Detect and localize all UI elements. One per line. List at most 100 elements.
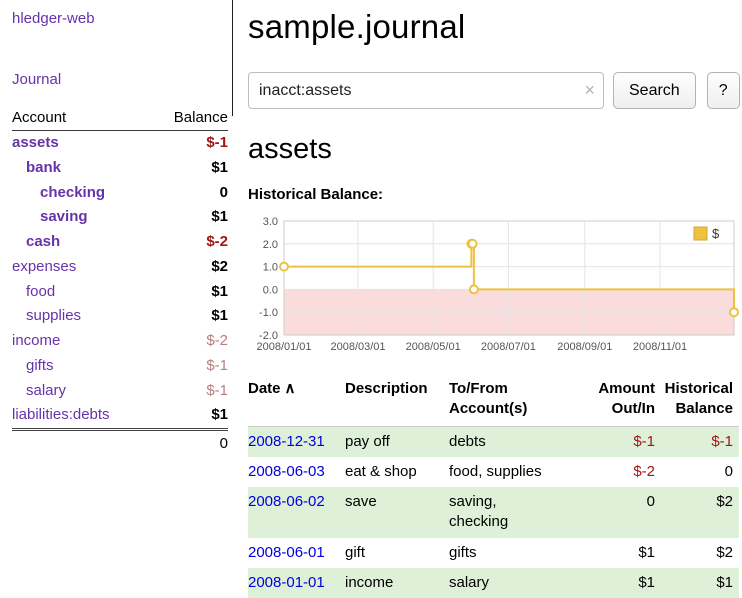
accounts-total-row: 0	[12, 430, 228, 457]
register-date-link[interactable]: 2008-06-03	[248, 463, 325, 480]
register-amount: $1	[585, 568, 661, 598]
svg-text:0.0: 0.0	[263, 284, 278, 296]
register-description: gift	[345, 538, 449, 568]
register-header-accounts: To/From Account(s)	[449, 377, 585, 426]
account-row: expenses $2	[12, 255, 228, 280]
account-link[interactable]: saving	[12, 208, 88, 227]
register-balance: $1	[661, 568, 739, 598]
account-balance: $1	[151, 280, 228, 305]
register-balance: 0	[661, 457, 739, 487]
register-date-link[interactable]: 2008-06-02	[248, 493, 325, 510]
register-accounts: saving, checking	[449, 487, 585, 538]
account-row: salary $-1	[12, 379, 228, 404]
account-link[interactable]: supplies	[12, 307, 81, 326]
register-date-link[interactable]: 2008-12-31	[248, 433, 325, 450]
register-balance: $-1	[661, 426, 739, 457]
svg-text:2008/07/01: 2008/07/01	[481, 341, 536, 353]
app-title-link[interactable]: hledger-web	[12, 10, 228, 27]
account-heading: assets	[248, 133, 740, 166]
sort-ascending-icon: ∧	[285, 380, 296, 397]
register-accounts: salary	[449, 568, 585, 598]
register-date-link[interactable]: 2008-06-01	[248, 544, 325, 561]
account-link[interactable]: assets	[12, 134, 59, 153]
register-header-amount: Amount Out/In	[585, 377, 661, 426]
account-row: cash $-2	[12, 230, 228, 255]
hledger-web-app: hledger-web Journal Account Balance asse…	[0, 0, 742, 582]
search-box: ×	[248, 72, 604, 109]
account-row: saving $1	[12, 205, 228, 230]
register-accounts: debts	[449, 426, 585, 457]
register-row: 2008-01-01 income salary $1 $1	[248, 568, 739, 598]
register-amount: $-2	[585, 457, 661, 487]
page-title: sample.journal	[248, 8, 740, 46]
svg-text:2008/11/01: 2008/11/01	[633, 341, 687, 353]
main-content: sample.journal × Search ? assets Histori…	[232, 0, 742, 582]
register-header-balance: Historical Balance	[661, 377, 739, 426]
account-link[interactable]: income	[12, 332, 60, 351]
register-description: save	[345, 487, 449, 538]
account-balance: $-2	[151, 230, 228, 255]
accounts-table-body: assets $-1 bank $1 checking 0 saving $1 …	[12, 131, 228, 430]
register-row: 2008-06-01 gift gifts $1 $2	[248, 538, 739, 568]
register-description: pay off	[345, 426, 449, 457]
register-accounts: food, supplies	[449, 457, 585, 487]
svg-text:2008/03/01: 2008/03/01	[330, 341, 385, 353]
account-link[interactable]: checking	[12, 184, 105, 203]
svg-text:3.0: 3.0	[263, 216, 278, 228]
register-row: 2008-12-31 pay off debts $-1 $-1	[248, 426, 739, 457]
account-balance: $-1	[151, 131, 228, 156]
account-row: liabilities:debts $1	[12, 403, 228, 429]
register-table: Date∧ Description To/From Account(s) Amo…	[248, 377, 739, 598]
search-row: × Search ?	[248, 72, 740, 109]
account-link[interactable]: cash	[12, 233, 60, 252]
account-link[interactable]: gifts	[12, 357, 54, 376]
accounts-header-row: Account Balance	[12, 107, 228, 131]
account-balance: 0	[151, 181, 228, 206]
account-link[interactable]: liabilities:debts	[12, 406, 110, 425]
account-row: food $1	[12, 280, 228, 305]
svg-text:2.0: 2.0	[263, 239, 278, 251]
accounts-header-balance: Balance	[151, 107, 228, 131]
help-button[interactable]: ?	[707, 72, 740, 109]
register-balance: $2	[661, 487, 739, 538]
account-balance: $1	[151, 205, 228, 230]
account-row: checking 0	[12, 181, 228, 206]
svg-text:2008/09/01: 2008/09/01	[557, 341, 612, 353]
account-link[interactable]: food	[12, 283, 55, 302]
svg-text:-1.0: -1.0	[259, 307, 278, 319]
svg-text:1.0: 1.0	[263, 262, 278, 274]
register-accounts: gifts	[449, 538, 585, 568]
register-row: 2008-06-03 eat & shop food, supplies $-2…	[248, 457, 739, 487]
register-date-link[interactable]: 2008-01-01	[248, 574, 325, 591]
account-row: bank $1	[12, 156, 228, 181]
register-amount: 0	[585, 487, 661, 538]
divider	[232, 0, 233, 116]
register-balance: $2	[661, 538, 739, 568]
historical-balance-chart: 3.02.01.00.0-1.0-2.02008/01/012008/03/01…	[248, 213, 740, 363]
register-header-date[interactable]: Date∧	[248, 377, 345, 426]
account-link[interactable]: expenses	[12, 258, 76, 277]
account-link[interactable]: bank	[12, 159, 61, 178]
chart-title: Historical Balance:	[248, 186, 740, 203]
register-row: 2008-06-02 save saving, checking 0 $2	[248, 487, 739, 538]
account-balance: $1	[151, 304, 228, 329]
account-balance: $1	[151, 403, 228, 429]
account-balance: $-2	[151, 329, 228, 354]
register-table-body: 2008-12-31 pay off debts $-1 $-1 2008-06…	[248, 426, 739, 598]
accounts-total: 0	[151, 430, 228, 457]
clear-search-icon[interactable]: ×	[584, 79, 595, 101]
sidebar: hledger-web Journal Account Balance asse…	[0, 0, 232, 582]
svg-text:2008/05/01: 2008/05/01	[406, 341, 461, 353]
register-description: eat & shop	[345, 457, 449, 487]
search-button[interactable]: Search	[613, 72, 696, 109]
account-row: assets $-1	[12, 131, 228, 156]
account-balance: $-1	[151, 379, 228, 404]
accounts-header-account: Account	[12, 107, 151, 131]
account-link[interactable]: salary	[12, 382, 66, 401]
accounts-table: Account Balance assets $-1 bank $1 check…	[12, 107, 228, 457]
search-input[interactable]	[248, 72, 604, 109]
account-row: supplies $1	[12, 304, 228, 329]
sidebar-item-journal[interactable]: Journal	[12, 71, 61, 88]
svg-text:$: $	[712, 226, 720, 241]
register-header-description: Description	[345, 377, 449, 426]
